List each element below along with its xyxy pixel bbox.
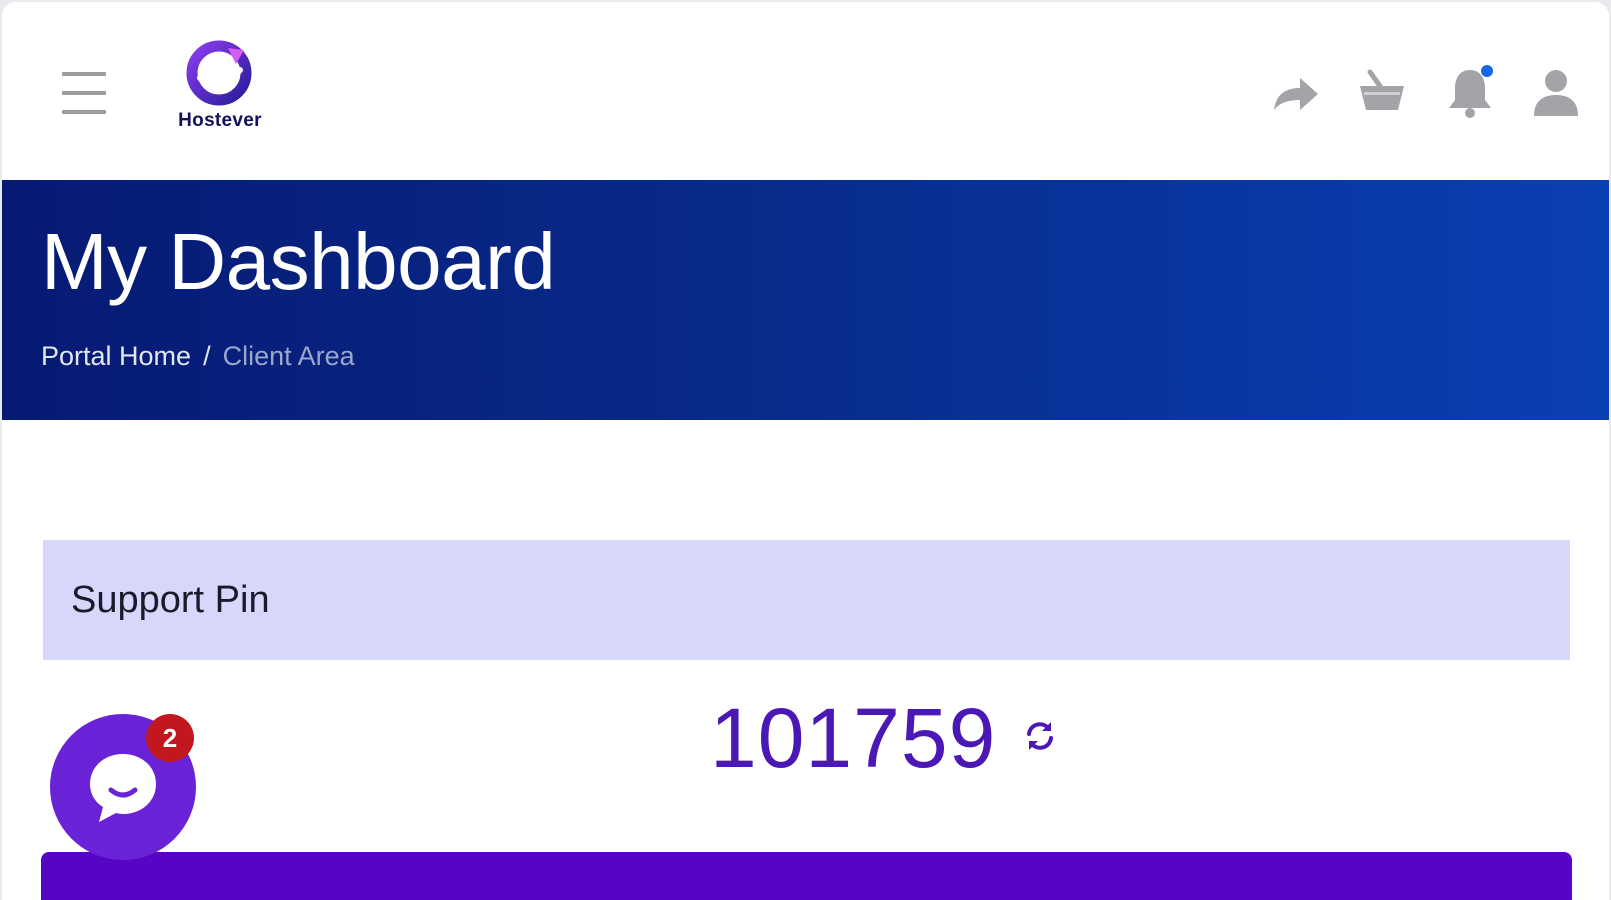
breadcrumb-separator: / xyxy=(203,341,211,371)
logo-mark-icon xyxy=(186,40,252,106)
chat-bubble-icon xyxy=(90,754,156,822)
primary-action-bar[interactable] xyxy=(41,852,1572,900)
refresh-icon[interactable] xyxy=(1022,718,1058,754)
notification-dot xyxy=(1481,65,1493,77)
user-icon[interactable] xyxy=(1528,64,1584,120)
chat-unread-badge: 2 xyxy=(146,714,194,762)
breadcrumb: Portal Home / Client Area xyxy=(41,340,355,372)
page-banner: My Dashboard Portal Home / Client Area xyxy=(2,180,1609,420)
support-pin-card-header: Support Pin xyxy=(43,540,1570,660)
basket-icon[interactable] xyxy=(1354,64,1410,120)
brand-name: Hostever xyxy=(178,110,262,131)
breadcrumb-portal-home[interactable]: Portal Home xyxy=(41,341,191,371)
support-pin-body: 101759 xyxy=(2,682,1609,785)
breadcrumb-client-area: Client Area xyxy=(222,341,355,371)
support-pin-value: 101759 xyxy=(710,691,997,785)
brand-logo[interactable]: Hostever xyxy=(168,40,272,136)
share-icon[interactable] xyxy=(1268,64,1324,120)
menu-icon[interactable] xyxy=(60,70,108,116)
app-window: Hostever My Dashboard Portal Home / Clie… xyxy=(2,2,1609,900)
page-title: My Dashboard xyxy=(41,217,556,306)
support-pin-title: Support Pin xyxy=(71,579,270,621)
top-navbar: Hostever xyxy=(2,2,1609,180)
